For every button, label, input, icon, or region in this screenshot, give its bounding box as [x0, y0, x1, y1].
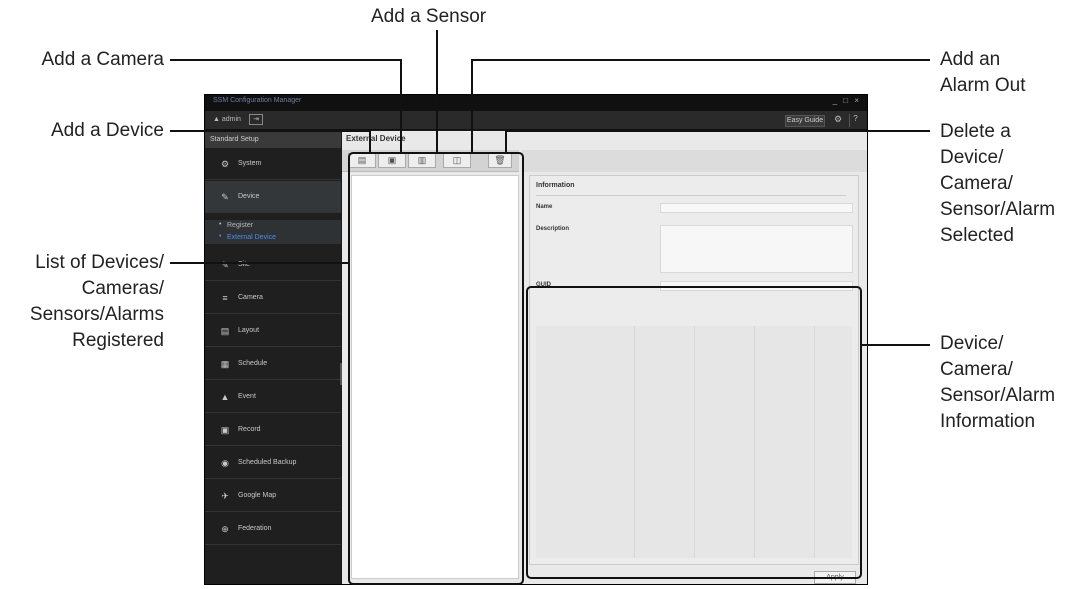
device-icon: ✎	[221, 192, 229, 202]
sidebar-item-label: Scheduled Backup	[238, 459, 297, 466]
title-bar: SSM Configuration Manager _ □ ×	[205, 95, 867, 111]
callout-add-alarm-out-line-2: Alarm Out	[940, 75, 1026, 96]
layout-icon: ▤	[220, 326, 230, 336]
callout-delete-line-2: Device/	[940, 147, 1004, 168]
toolbar-filler	[522, 150, 867, 172]
sidebar-item-label: Event	[238, 393, 256, 400]
description-label: Description	[536, 226, 570, 232]
gear-icon[interactable]: ⚙	[831, 114, 845, 127]
window-controls[interactable]: _ □ ×	[833, 96, 861, 105]
callout-information: Device/ Camera/ Sensor/Alarm Information	[940, 331, 1055, 435]
sidebar-item-scheduled-backup[interactable]: ◉ Scheduled Backup	[205, 447, 341, 479]
app-title: SSM Configuration Manager	[213, 97, 302, 104]
logout-icon[interactable]: ⇥	[249, 114, 263, 125]
highlight-information-panel	[526, 286, 862, 579]
callout-add-camera: Add a Camera	[41, 49, 164, 70]
name-label: Name	[536, 204, 553, 210]
sidebar-item-device[interactable]: ✎ Device	[205, 181, 341, 213]
bullet-icon: •	[219, 233, 222, 240]
map-icon: ✈	[221, 491, 229, 501]
callout-information-line-3: Sensor/Alarm	[940, 385, 1056, 406]
sidebar-item-site[interactable]: ✎ Site	[205, 249, 341, 281]
tab-external-device[interactable]: External Device	[346, 134, 406, 143]
callout-list-line-2: Cameras/	[81, 278, 164, 299]
federation-icon: ⊕	[221, 524, 229, 534]
sidebar-item-label: Site	[238, 261, 251, 268]
sidebar-item-label: Google Map	[238, 492, 277, 499]
sidebar-item-label: Camera	[238, 294, 263, 301]
sidebar: Standard Setup ⚙ System ✎ Device • Regis…	[205, 131, 344, 584]
sidebar-item-record[interactable]: ▣ Record	[205, 414, 341, 446]
information-title: Information	[536, 182, 575, 189]
sidebar-subitem-external-device[interactable]: • External Device	[205, 232, 341, 244]
callout-list-line-4: Registered	[72, 330, 164, 351]
description-field[interactable]	[660, 225, 853, 273]
sidebar-item-camera[interactable]: ≡ Camera	[205, 282, 341, 314]
sidebar-item-schedule[interactable]: ▦ Schedule	[205, 348, 341, 380]
sidebar-item-label: Schedule	[238, 360, 268, 367]
sidebar-header: Standard Setup	[205, 131, 341, 148]
callout-delete-line-3: Camera/	[940, 173, 1013, 194]
sidebar-item-google-map[interactable]: ✈ Google Map	[205, 480, 341, 512]
event-icon: ▲	[220, 392, 230, 402]
help-icon[interactable]: ?	[849, 114, 861, 127]
system-icon: ⚙	[220, 159, 230, 169]
callout-list-line-1: List of Devices/	[35, 252, 164, 273]
easy-guide-button[interactable]: Easy Guide	[785, 115, 825, 127]
callout-list: List of Devices/ Cameras/ Sensors/Alarms…	[0, 250, 164, 354]
callout-delete-line-5: Selected	[940, 225, 1014, 246]
user-name: ▲ admin	[213, 116, 241, 123]
callout-delete-line-1: Delete a	[940, 121, 1011, 142]
bullet-icon: •	[219, 221, 222, 228]
callout-information-line-2: Camera/	[940, 359, 1013, 380]
sidebar-item-label: Layout	[238, 327, 260, 334]
callout-information-line-1: Device/	[940, 333, 1004, 354]
sidebar-item-federation[interactable]: ⊕ Federation	[205, 513, 341, 545]
sidebar-subitem-register[interactable]: • Register	[205, 220, 341, 232]
callout-add-alarm-out-line-1: Add an	[940, 49, 1001, 70]
sidebar-item-system[interactable]: ⚙ System	[205, 148, 341, 180]
backup-icon: ◉	[221, 458, 229, 468]
highlight-device-list	[348, 152, 524, 585]
record-icon: ▣	[220, 425, 230, 435]
sidebar-item-label: System	[238, 160, 262, 167]
callout-delete: Delete a Device/ Camera/ Sensor/Alarm Se…	[940, 119, 1055, 249]
camera-icon: ≡	[222, 293, 228, 303]
sidebar-item-layout[interactable]: ▤ Layout	[205, 315, 341, 347]
sidebar-item-event[interactable]: ▲ Event	[205, 381, 341, 413]
user-name-text: admin	[221, 116, 241, 123]
callout-list-line-3: Sensors/Alarms	[29, 304, 164, 325]
sidebar-subitem-label: External Device	[227, 234, 277, 241]
callout-add-sensor: Add a Sensor	[371, 6, 487, 27]
name-field[interactable]	[660, 203, 853, 213]
user-bar: ▲ admin ⇥ Easy Guide ⚙ ?	[205, 111, 867, 130]
callout-add-alarm-out: Add an Alarm Out	[940, 47, 1026, 99]
divider	[536, 195, 846, 196]
schedule-icon: ▦	[220, 359, 230, 369]
callout-delete-line-4: Sensor/Alarm	[940, 199, 1056, 220]
site-icon: ✎	[221, 260, 229, 270]
sidebar-item-label: Federation	[238, 525, 272, 532]
sidebar-subitem-label: Register	[227, 222, 254, 229]
callout-information-line-4: Information	[940, 411, 1036, 432]
sidebar-item-label: Record	[238, 426, 261, 433]
callout-add-device: Add a Device	[50, 120, 164, 141]
sidebar-item-label: Device	[238, 193, 260, 200]
